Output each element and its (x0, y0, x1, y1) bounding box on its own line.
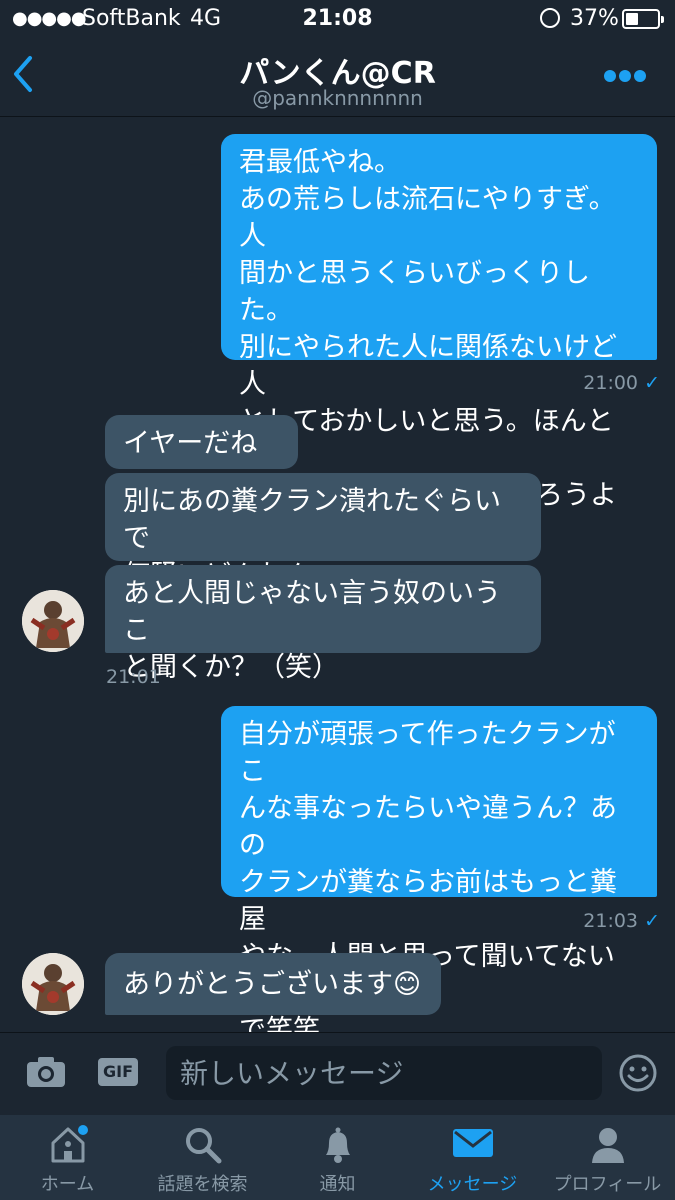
tab-label: 話題を検索 (157, 1174, 248, 1195)
battery-percent: 37% (570, 6, 619, 31)
bell-icon (325, 1127, 350, 1163)
outgoing-message[interactable]: 自分が頑張って作ったクランがこ んな事なったらいや違うん？あの クランが糞ならお… (221, 706, 657, 1046)
tab-label: プロフィール (553, 1174, 662, 1195)
person-icon (591, 1128, 624, 1163)
message-timestamp: 21:03 ✓ (583, 910, 660, 932)
tab-profile[interactable]: プロフィール (540, 1115, 675, 1200)
tab-label: ホーム (40, 1174, 95, 1195)
sent-check-icon: ✓ (644, 372, 660, 394)
avatar[interactable] (22, 953, 84, 1015)
tab-notifications[interactable]: 通知 (270, 1115, 405, 1200)
incoming-message[interactable]: イヤーだねー (105, 415, 298, 496)
avatar-image (22, 590, 84, 652)
battery-icon (622, 9, 664, 29)
more-options-icon[interactable] (604, 70, 646, 84)
emoji-icon[interactable] (619, 1054, 657, 1092)
message-timestamp: 21:00 ✓ (583, 372, 660, 394)
notification-badge (77, 1125, 88, 1135)
search-icon (185, 1128, 221, 1164)
tab-label: 通知 (319, 1174, 356, 1195)
status-bar: ●●●●● SoftBank 4G 21:08 37% (0, 0, 675, 40)
incoming-message[interactable]: あと人間じゃない言う奴のいうこ と聞くか？（笑） (105, 565, 541, 683)
conversation-header: パンくん@CR @pannknnnnnnn (0, 40, 675, 117)
sent-check-icon: ✓ (644, 910, 660, 932)
tab-search[interactable]: 話題を検索 (135, 1115, 270, 1200)
envelope-icon (452, 1129, 493, 1157)
avatar-image (22, 953, 84, 1015)
incoming-message[interactable]: ありがとうございます😊 (105, 953, 441, 1015)
home-icon (51, 1125, 88, 1163)
tab-messages[interactable]: メッセージ (405, 1115, 540, 1200)
gif-button[interactable]: GIF (98, 1058, 138, 1086)
rotation-lock-icon (540, 8, 560, 28)
camera-icon[interactable] (26, 1056, 66, 1088)
tab-label: メッセージ (427, 1174, 518, 1195)
avatar[interactable] (22, 590, 84, 652)
message-input[interactable] (166, 1046, 602, 1100)
tab-home[interactable]: ホーム (0, 1115, 135, 1200)
message-timestamp: 21:01 (106, 666, 161, 688)
conversation-handle: @pannknnnnnnn (252, 86, 423, 110)
outgoing-message[interactable]: 君最低やね。 あの荒らしは流石にやりすぎ。人 間かと思うくらいびっくりした。 別… (221, 134, 657, 511)
incoming-message[interactable]: 別にあの糞クラン潰れたぐらいで 何騒いどんねん (105, 473, 541, 591)
